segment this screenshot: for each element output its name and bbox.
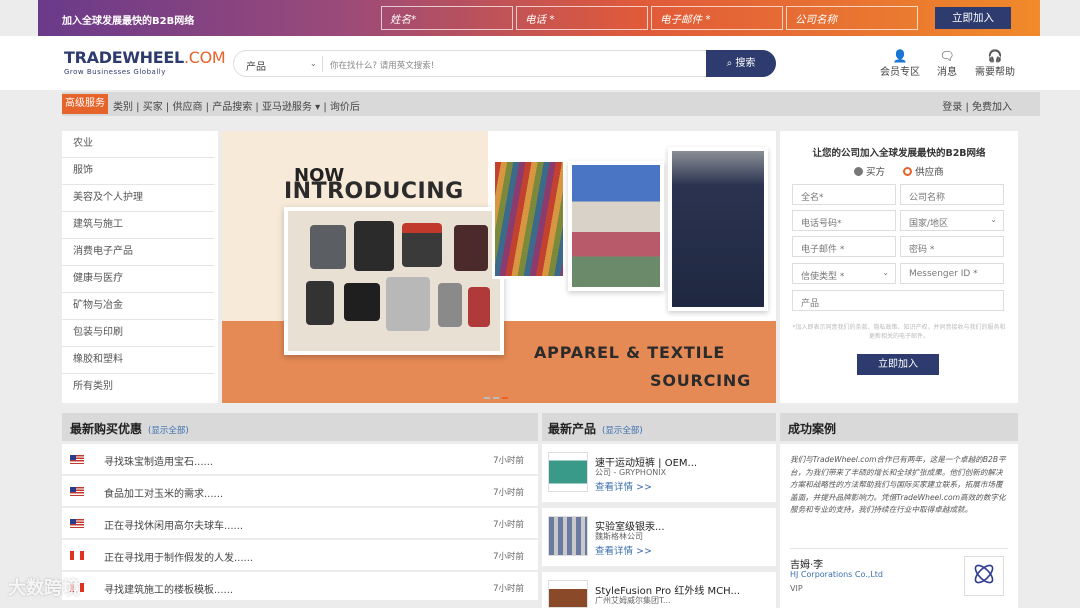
watermark-logo: 大数跨境: [8, 578, 80, 599]
hero-apparel-photo: [284, 207, 504, 355]
company-field[interactable]: 公司名称: [900, 184, 1004, 205]
category-construction[interactable]: 建筑与施工: [62, 212, 214, 239]
messenger-id-field[interactable]: Messenger ID *: [900, 263, 1004, 284]
messages-link[interactable]: 🗨 消息: [937, 49, 957, 78]
search-bar: 产品 ⌄ 你在找什么? 请用英文搜索! ⌕ 搜索: [233, 50, 776, 77]
hero-introducing-text: INTRODUCING: [284, 179, 464, 204]
success-story-card: 我们与TradeWheel.com合作已有两年，这是一个卓越的B2B平台，为我们…: [780, 444, 1018, 608]
canada-flag-icon: [70, 551, 84, 560]
hero-fabric-photo: [492, 159, 566, 279]
main-nav: 高级服务 类别 | 买家 | 供应商 | 产品搜索 | 亚马逊服务 ▾ | 询价…: [62, 92, 1040, 116]
chevron-down-icon: ⌄: [990, 215, 997, 224]
view-details-link[interactable]: 查看详情 >>: [595, 479, 652, 493]
hero-jacket-photo: [668, 147, 768, 311]
deal-row[interactable]: 正在寻找用于制作假发的人发...... 7小时前: [62, 540, 538, 570]
message-icon: 🗨: [939, 49, 955, 63]
tradewheel-logo[interactable]: TRADEWHEEL.COM Grow Businesses Globally: [64, 48, 226, 76]
chevron-down-icon[interactable]: ⌄: [310, 59, 317, 68]
chevron-down-icon: ⌄: [882, 268, 889, 277]
membership-badge: VIP: [790, 584, 803, 593]
products-header: 最新产品 (显示全部): [542, 413, 776, 441]
help-link[interactable]: 🎧 需要帮助: [975, 49, 1015, 78]
user-icon: 👤: [892, 49, 908, 63]
login-link[interactable]: 登录: [942, 102, 962, 113]
messenger-type-select[interactable]: 信使类型 * ⌄: [792, 263, 896, 284]
headset-icon: 🎧: [987, 49, 1003, 63]
product-field[interactable]: 产品: [792, 290, 1004, 311]
search-button[interactable]: ⌕ 搜索: [706, 50, 776, 77]
premium-services-tab[interactable]: 高级服务: [62, 94, 108, 114]
company-logo: [964, 556, 1004, 596]
testimonial-company-link[interactable]: HJ Corporations Co.,Ltd: [790, 570, 883, 579]
category-minerals[interactable]: 矿物与冶金: [62, 293, 214, 320]
deal-row[interactable]: 正在寻找休闲用高尔夫球车...... 7小时前: [62, 508, 538, 538]
nav-categories[interactable]: 类别: [113, 102, 133, 113]
buyer-radio[interactable]: 买方: [854, 167, 885, 178]
phone-field[interactable]: 电话号码*: [792, 210, 896, 231]
search-category-select[interactable]: 产品: [246, 58, 266, 73]
product-card[interactable]: 速干运动短裤 | OEM... 公司 - GRYPHONIX 查看详情 >>: [542, 444, 776, 502]
category-rubber-plastics[interactable]: 橡胶和塑料: [62, 347, 214, 374]
banner-phone-field[interactable]: 电话 *: [516, 6, 648, 30]
us-flag-icon: [70, 487, 84, 496]
hero-banner[interactable]: NOW INTRODUCING APPAREL & TEXTILE SOURCI…: [222, 131, 776, 403]
signup-join-button[interactable]: 立即加入: [857, 354, 939, 375]
hero-sourcing-text: SOURCING: [650, 371, 752, 390]
signup-form: 让您的公司加入全球发展最快的B2B网络 买方 供应商 全名* 公司名称 电话号码…: [780, 131, 1018, 403]
category-apparel[interactable]: 服饰: [62, 158, 214, 185]
testimonial-quote: 我们与TradeWheel.com合作已有两年，这是一个卓越的B2B平台，为我们…: [790, 455, 1006, 515]
view-details-link[interactable]: 查看详情 >>: [595, 543, 652, 557]
full-name-field[interactable]: 全名*: [792, 184, 896, 205]
product-thumbnail[interactable]: [548, 516, 588, 556]
password-field[interactable]: 密码 *: [900, 236, 1004, 257]
product-card[interactable]: 实验室级银汞... 魏斯格林公司 查看详情 >>: [542, 508, 776, 566]
email-field[interactable]: 电子邮件 *: [792, 236, 896, 257]
member-area-link[interactable]: 👤 会员专区: [880, 49, 920, 78]
banner-name-field[interactable]: 姓名*: [381, 6, 513, 30]
nav-amazon-services[interactable]: 亚马逊服务 ▾: [262, 102, 320, 113]
nav-buyers[interactable]: 买家: [143, 102, 163, 113]
success-header: 成功案例: [780, 413, 1018, 441]
deals-show-all-link[interactable]: (显示全部): [148, 426, 189, 436]
deal-row[interactable]: 食品加工对玉米的需求...... 7小时前: [62, 476, 538, 506]
nav-product-search[interactable]: 产品搜索: [212, 102, 252, 113]
nav-suppliers[interactable]: 供应商: [172, 102, 202, 113]
category-beauty[interactable]: 美容及个人护理: [62, 185, 214, 212]
search-input[interactable]: 你在找什么? 请用英文搜索!: [330, 59, 434, 71]
category-agriculture[interactable]: 农业: [62, 131, 214, 158]
products-show-all-link[interactable]: (显示全部): [602, 426, 643, 436]
banner-email-field[interactable]: 电子邮件 *: [651, 6, 783, 30]
supplier-radio[interactable]: 供应商: [903, 167, 944, 178]
testimonial-person: 吉姆·李: [790, 560, 824, 571]
product-thumbnail[interactable]: [548, 580, 588, 608]
signup-title: 让您的公司加入全球发展最快的B2B网络: [812, 148, 986, 159]
deal-row[interactable]: 寻找建筑施工的楼板模板...... 7小时前: [62, 572, 538, 600]
product-thumbnail[interactable]: [548, 452, 588, 492]
hero-knitwear-photo: [568, 161, 664, 291]
top-signup-banner: 加入全球发展最快的B2B网络 姓名* 电话 * 电子邮件 * 公司名称 立即加入: [38, 0, 1040, 36]
category-packaging[interactable]: 包装与印刷: [62, 320, 214, 347]
us-flag-icon: [70, 519, 84, 528]
nav-rfq[interactable]: 询价后: [330, 102, 360, 113]
search-icon: ⌕: [726, 58, 733, 69]
carousel-dots[interactable]: [484, 389, 511, 402]
terms-note: *加入即表示同意我们的条款、隐私政策、知识产权，并同意接收与我们的服务和更新相关…: [792, 324, 1006, 340]
site-header: TRADEWHEEL.COM Grow Businesses Globally …: [0, 36, 1080, 90]
category-list: 农业 服饰 美容及个人护理 建筑与施工 消费电子产品 健康与医疗 矿物与冶金 包…: [62, 131, 218, 403]
free-join-link[interactable]: 免费加入: [972, 102, 1012, 113]
banner-company-field[interactable]: 公司名称: [786, 6, 918, 30]
banner-join-button[interactable]: 立即加入: [935, 7, 1011, 29]
hero-apparel-text: APPAREL & TEXTILE: [534, 343, 726, 362]
category-health[interactable]: 健康与医疗: [62, 266, 214, 293]
country-select[interactable]: 国家/地区 ⌄: [900, 210, 1004, 231]
category-electronics[interactable]: 消费电子产品: [62, 239, 214, 266]
deals-header: 最新购买优惠 (显示全部): [62, 413, 538, 441]
category-all[interactable]: 所有类别: [62, 374, 214, 401]
us-flag-icon: [70, 455, 84, 464]
banner-tagline: 加入全球发展最快的B2B网络: [62, 16, 195, 27]
product-card[interactable]: StyleFusion Pro 红外线 MCH... 广州艾姆威尔集团T...: [542, 572, 776, 608]
deal-row[interactable]: 寻找珠宝制造用宝石...... 7小时前: [62, 444, 538, 474]
